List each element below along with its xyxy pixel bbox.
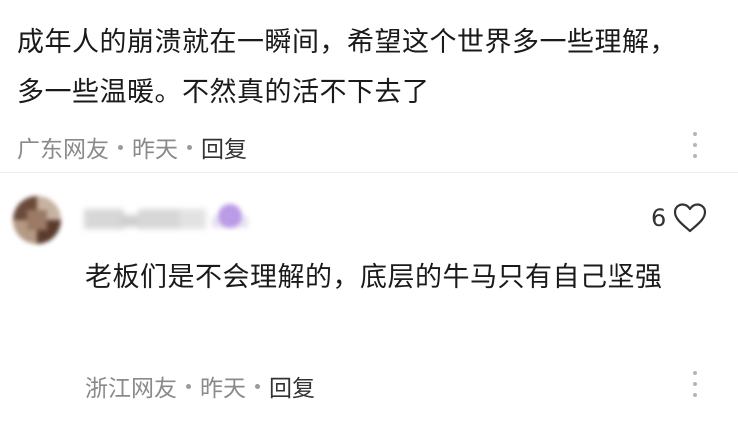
more-options-icon[interactable] [692,371,698,397]
comment-divider [0,172,738,173]
comment-card: 成年人的崩溃就在一瞬间，希望这个世界多一些理解，多一些温暖。不然真的活不下去了 … [0,0,738,172]
comment-meta: 广东网友 昨天 回复 [17,130,247,164]
avatar[interactable] [13,196,61,244]
like-count: 6 [651,204,667,232]
comment-time: 昨天 [200,376,246,402]
dot-separator [187,144,192,150]
comment-location: 浙江网友 [85,376,177,402]
reply-button[interactable]: 回复 [201,130,247,164]
dot-separator [118,144,123,150]
user-badge-icon [212,202,248,234]
dot-separator [255,383,260,389]
heart-outline-icon [673,203,707,233]
comment-time: 昨天 [132,137,178,163]
more-options-icon[interactable] [692,132,698,158]
comment-body: 老板们是不会理解的，底层的牛马只有自己坚强 [85,262,663,293]
like-button[interactable]: 6 [651,200,707,236]
comment-body: 成年人的崩溃就在一瞬间，希望这个世界多一些理解，多一些温暖。不然真的活不下去了 [17,27,677,108]
dot-separator [186,383,191,389]
username-obscured[interactable] [84,201,206,235]
reply-button[interactable]: 回复 [269,369,315,403]
comment-meta: 浙江网友 昨天 回复 [85,369,315,403]
comment-location: 广东网友 [17,137,109,163]
